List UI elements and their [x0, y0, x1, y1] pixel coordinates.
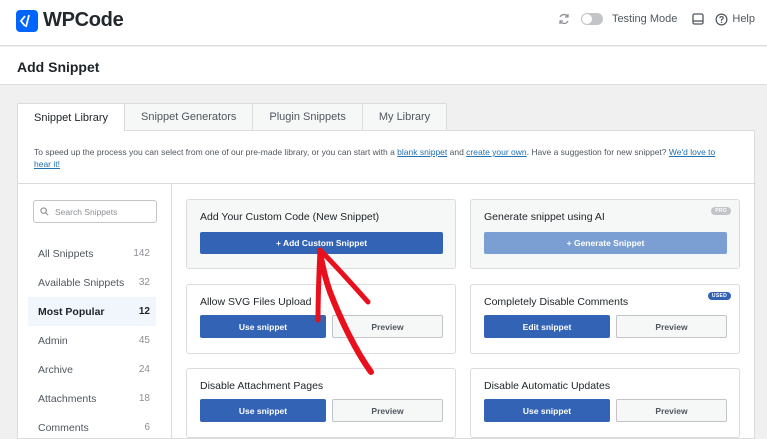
edit-snippet-button[interactable]: Edit snippet	[484, 315, 610, 338]
category-count: 32	[138, 277, 150, 288]
search-icon	[40, 207, 49, 216]
search-input[interactable]	[55, 206, 155, 217]
help-link[interactable]: Help	[732, 13, 755, 25]
help-icon[interactable]	[715, 13, 728, 26]
snippet-card-disable-attachment-pages: Disable Attachment Pages Use snippet Pre…	[186, 368, 456, 438]
card-title: Generate snippet using AI	[484, 211, 605, 223]
sync-icon[interactable]	[557, 12, 571, 26]
add-custom-snippet-button[interactable]: + Add Custom Snippet	[200, 232, 443, 254]
preview-button[interactable]: Preview	[332, 315, 443, 338]
card-actions: Use snippet Preview	[484, 399, 733, 422]
intro-text-part: and	[447, 147, 467, 157]
wpcode-logo-icon	[16, 9, 38, 32]
category-count: 18	[138, 393, 150, 404]
preview-button[interactable]: Preview	[332, 399, 443, 422]
category-count: 142	[133, 248, 150, 259]
tab-snippet-library[interactable]: Snippet Library	[17, 103, 125, 131]
testing-mode-toggle[interactable]	[580, 13, 603, 25]
card-actions: Use snippet Preview	[200, 399, 449, 422]
snippet-card-svg-upload: Allow SVG Files Upload Use snippet Previ…	[186, 284, 456, 354]
tab-bar: Snippet Library Snippet Generators Plugi…	[17, 103, 448, 131]
category-sidebar: All Snippets 142 Available Snippets 32 Mos…	[18, 184, 172, 439]
used-badge: USED	[707, 292, 731, 300]
ai-snippet-card: PRO Generate snippet using AI + Generate…	[470, 199, 740, 269]
category-attachments[interactable]: Attachments 18	[28, 384, 156, 413]
category-available-snippets[interactable]: Available Snippets 32	[28, 268, 156, 297]
blank-snippet-link[interactable]: blank snippet	[397, 147, 447, 157]
snippet-library-panel: To speed up the process you can select f…	[17, 130, 756, 439]
top-actions: Testing Mode Help	[557, 12, 755, 26]
page-title: Add Snippet	[17, 59, 100, 75]
category-list: All Snippets 142 Available Snippets 32 Mos…	[28, 239, 156, 439]
wpcode-logo[interactable]: WPCode	[16, 9, 124, 32]
preview-button[interactable]: Preview	[616, 399, 727, 422]
category-count: 12	[138, 306, 150, 317]
category-count: 6	[144, 422, 150, 433]
intro-text-part: To speed up the process you can select f…	[34, 147, 398, 157]
create-your-own-link[interactable]: create your own	[466, 147, 526, 157]
category-label: Most Popular	[38, 305, 105, 318]
card-actions: Edit snippet Preview	[484, 315, 733, 338]
custom-snippet-card: Add Your Custom Code (New Snippet) + Add…	[186, 199, 456, 269]
app-name: WPCode	[43, 9, 124, 31]
snippet-card-disable-automatic-updates: Disable Automatic Updates Use snippet Pr…	[470, 368, 740, 438]
generate-snippet-button[interactable]: + Generate Snippet	[484, 232, 727, 254]
category-label: Attachments	[38, 392, 97, 405]
category-all-snippets[interactable]: All Snippets 142	[28, 239, 156, 268]
tab-my-library[interactable]: My Library	[361, 103, 448, 130]
search-box[interactable]	[33, 200, 157, 223]
card-title: Completely Disable Comments	[484, 296, 629, 308]
category-label: Archive	[38, 363, 74, 376]
card-title: Add Your Custom Code (New Snippet)	[200, 211, 380, 223]
tab-plugin-snippets[interactable]: Plugin Snippets	[252, 103, 363, 130]
use-snippet-button[interactable]: Use snippet	[200, 315, 326, 338]
snippet-card-disable-comments: USED Completely Disable Comments Edit sn…	[470, 284, 740, 354]
intro-text-part: . Have a suggestion for new snippet?	[526, 147, 669, 157]
use-snippet-button[interactable]: Use snippet	[200, 399, 326, 422]
top-bar: WPCode Testing Mode Help	[0, 0, 767, 46]
intro-text: To speed up the process you can select f…	[34, 146, 734, 170]
card-actions: Use snippet Preview	[200, 315, 449, 338]
category-archive[interactable]: Archive 24	[28, 355, 156, 384]
category-most-popular[interactable]: Most Popular 12	[28, 297, 156, 326]
category-label: All Snippets	[38, 247, 94, 260]
pro-badge: PRO	[711, 207, 731, 215]
category-label: Admin	[38, 334, 68, 347]
docs-icon[interactable]	[691, 12, 705, 26]
category-comments[interactable]: Comments 6	[28, 413, 156, 439]
card-title: Allow SVG Files Upload	[200, 296, 312, 308]
category-admin[interactable]: Admin 45	[28, 326, 156, 355]
preview-button[interactable]: Preview	[616, 315, 727, 338]
category-count: 45	[138, 335, 150, 346]
category-label: Available Snippets	[38, 276, 125, 289]
tab-snippet-generators[interactable]: Snippet Generators	[124, 103, 254, 130]
card-title: Disable Attachment Pages	[200, 380, 324, 392]
card-title: Disable Automatic Updates	[484, 380, 611, 392]
category-count: 24	[138, 364, 150, 375]
category-label: Comments	[38, 421, 89, 434]
use-snippet-button[interactable]: Use snippet	[484, 399, 610, 422]
testing-mode-label: Testing Mode	[611, 13, 678, 25]
page-header: Add Snippet	[0, 47, 767, 85]
